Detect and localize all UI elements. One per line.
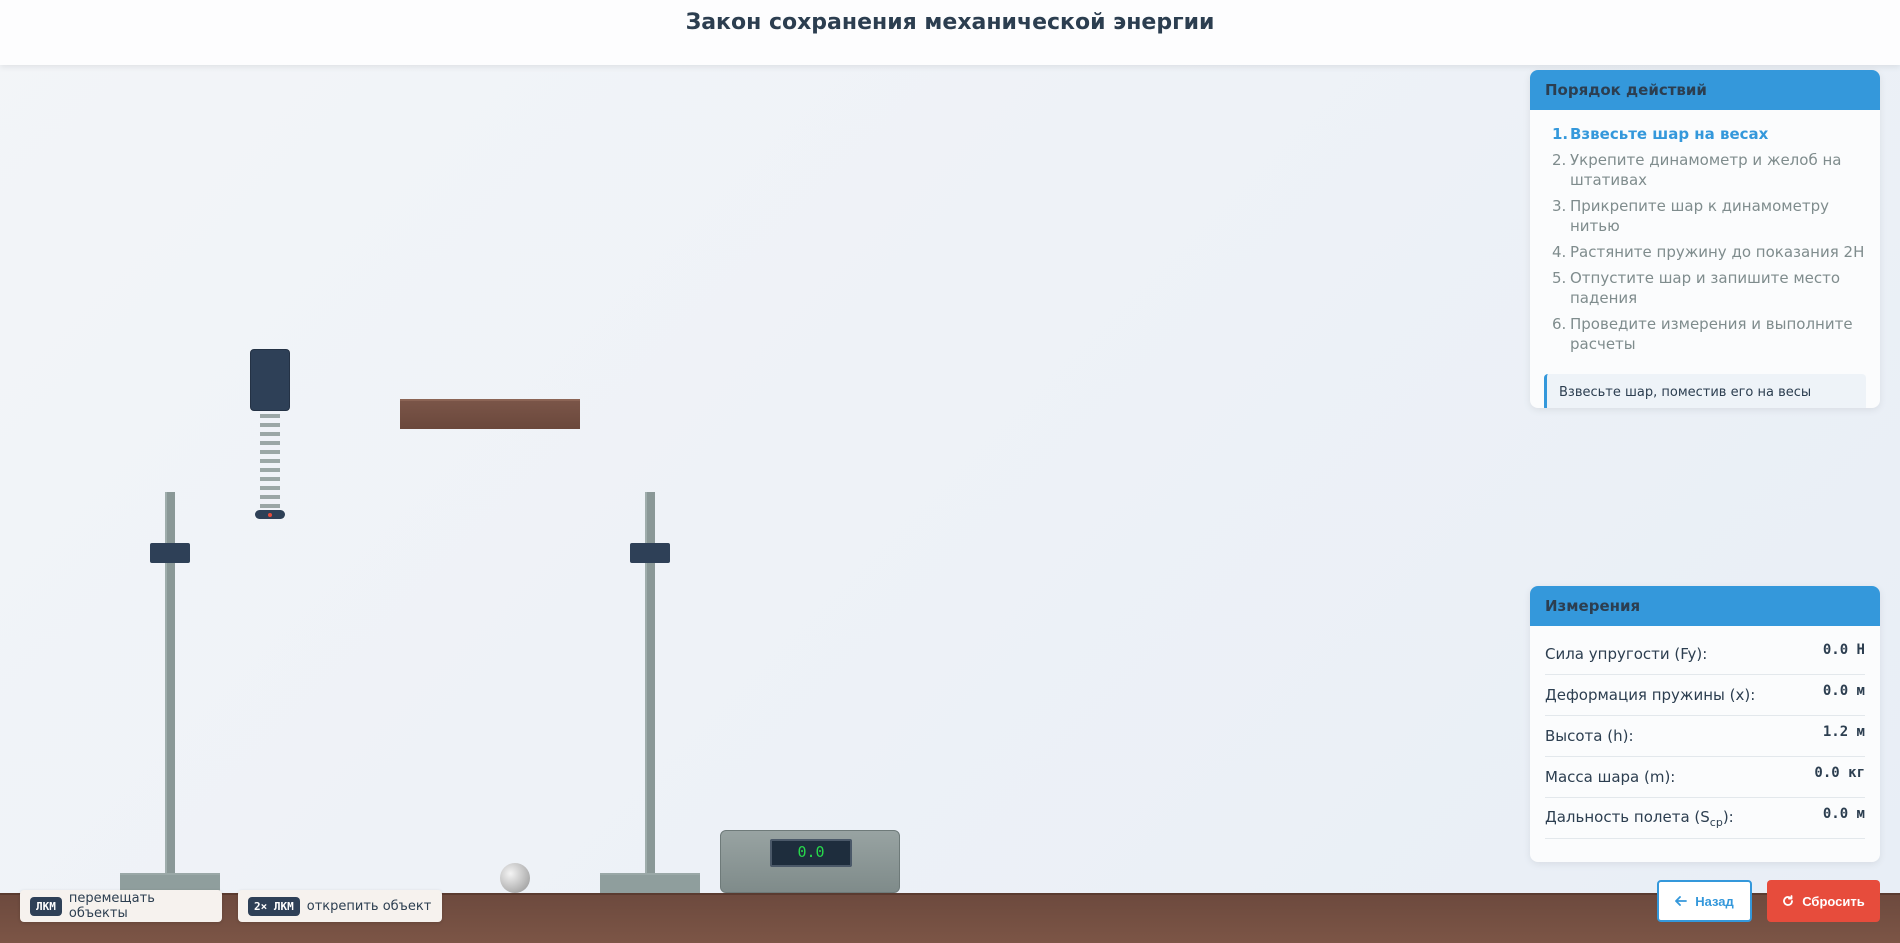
steps-panel-title: Порядок действий bbox=[1530, 70, 1880, 110]
hint-text: открепить объект bbox=[306, 898, 432, 914]
measurements-panel-title: Измерения bbox=[1530, 586, 1880, 626]
scale[interactable]: 0.0 bbox=[720, 830, 900, 893]
measurement-row: Высота (h): 1.2 м bbox=[1545, 716, 1865, 757]
stand-base bbox=[600, 873, 700, 893]
measurements-panel: Измерения Сила упругости (Fy): 0.0 Н Деф… bbox=[1530, 586, 1880, 862]
reset-button-label: Сбросить bbox=[1802, 893, 1865, 909]
measurement-row: Масса шара (m): 0.0 кг bbox=[1545, 757, 1865, 798]
measurement-row: Деформация пружины (x): 0.0 м bbox=[1545, 675, 1865, 716]
measurement-value: 0.0 Н bbox=[1822, 642, 1865, 658]
task-note: Взвесьте шар, поместив его на весы bbox=[1544, 374, 1866, 408]
app-header: Закон сохранения механической энергии bbox=[0, 0, 1900, 65]
step-item: 1. Взвесьте шар на весах bbox=[1552, 125, 1769, 143]
measurement-label: Высота (h): bbox=[1545, 727, 1634, 745]
stand-clamp[interactable] bbox=[150, 543, 190, 563]
measurement-row: Сила упругости (Fy): 0.0 Н bbox=[1545, 634, 1865, 675]
hint-text: перемещать объекты bbox=[68, 891, 155, 921]
hint-detach: 2× ЛКМ открепить объект bbox=[238, 890, 442, 922]
measurement-row: Дальность полета (Sср): 0.0 м bbox=[1545, 798, 1865, 839]
scale-display: 0.0 bbox=[770, 839, 852, 867]
back-button[interactable]: Назад bbox=[1657, 880, 1752, 922]
kbd-double-lmb: 2× ЛКМ bbox=[248, 896, 300, 916]
stand-clamp[interactable] bbox=[630, 543, 670, 563]
hook-marker bbox=[268, 513, 272, 517]
measurement-label: Сила упругости (Fy): bbox=[1545, 645, 1708, 663]
step-item: 5. Отпустите шар и запишите место падения bbox=[1552, 269, 1841, 307]
measurement-label: Деформация пружины (x): bbox=[1545, 686, 1756, 704]
step-item: 3. Прикрепите шар к динамометру нитью bbox=[1552, 197, 1829, 235]
step-item: 6. Проведите измерения и выполните расчет… bbox=[1552, 315, 1853, 353]
measurement-label: Масса шара (m): bbox=[1545, 768, 1676, 786]
measurement-value: 0.0 кг bbox=[1814, 765, 1865, 781]
page-title: Закон сохранения механической энергии bbox=[685, 10, 1215, 35]
measurement-value: 0.0 м bbox=[1822, 683, 1865, 699]
steps-panel: Порядок действий 1. Взвесьте шар на весах… bbox=[1530, 70, 1880, 408]
measurement-value: 0.0 м bbox=[1822, 806, 1865, 822]
measurement-label: Дальность полета (Sср): bbox=[1545, 807, 1734, 829]
steps-list: 1. Взвесьте шар на весах 2. Укрепите динам… bbox=[1530, 110, 1880, 364]
hint-move: ЛКМ перемещать объекты bbox=[20, 890, 222, 922]
kbd-lmb: ЛКМ bbox=[30, 896, 62, 916]
reset-icon bbox=[1783, 895, 1794, 906]
measurement-value: 1.2 м bbox=[1822, 724, 1865, 740]
back-button-label: Назад bbox=[1695, 893, 1734, 909]
measurements-list: Сила упругости (Fy): 0.0 Н Деформация пр… bbox=[1530, 626, 1880, 839]
ball[interactable] bbox=[500, 863, 530, 893]
dynamometer-body[interactable] bbox=[250, 349, 290, 411]
dynamometer-spring bbox=[260, 414, 280, 510]
reset-button[interactable]: Сбросить bbox=[1767, 880, 1880, 922]
step-item: 2. Укрепите динамометр и желоб на штатива… bbox=[1552, 151, 1842, 189]
step-item: 4. Растяните пружину до показания 2Н bbox=[1552, 243, 1865, 261]
arrow-left-icon bbox=[1675, 896, 1688, 906]
chute[interactable] bbox=[400, 399, 580, 429]
